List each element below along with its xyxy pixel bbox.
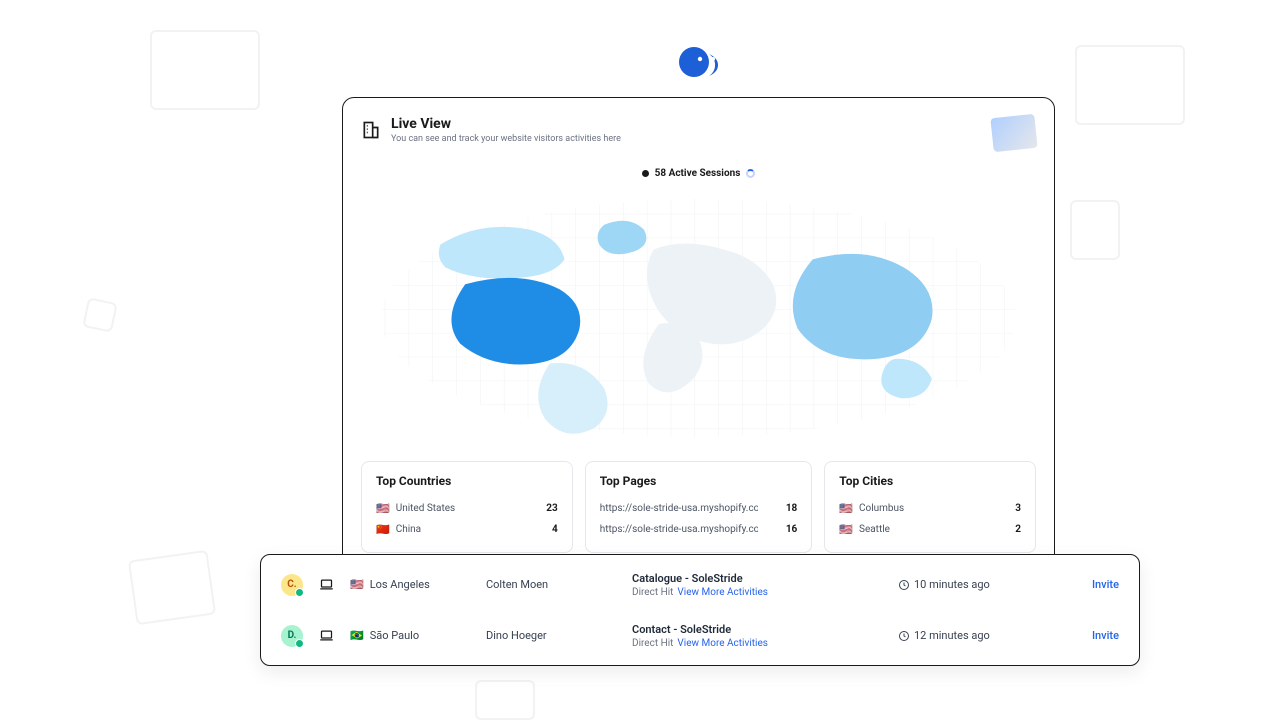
- visitor-source: Direct Hit: [632, 638, 673, 649]
- top-countries-panel: Top Countries 🇺🇸United States 23 🇨🇳China…: [361, 461, 573, 553]
- avatar: C.: [281, 574, 303, 596]
- avatar: D.: [281, 625, 303, 647]
- world-map[interactable]: [361, 189, 1036, 447]
- visitor-page-title: Catalogue - SoleStride: [632, 572, 882, 585]
- device-icon: [319, 628, 334, 643]
- top-countries-title: Top Countries: [376, 474, 558, 488]
- view-more-link[interactable]: View More Activities: [677, 638, 768, 649]
- top-cities-title: Top Cities: [839, 474, 1021, 488]
- page-subtitle: You can see and track your website visit…: [391, 134, 621, 144]
- country-row[interactable]: 🇺🇸United States 23: [376, 498, 558, 519]
- visitor-city: São Paulo: [370, 629, 419, 642]
- visitor-name: Colten Moen: [486, 578, 616, 591]
- visitor-page-title: Contact - SoleStride: [632, 623, 882, 636]
- device-icon: [319, 577, 334, 592]
- page-row[interactable]: https://sole-stride-usa.myshopify.com/ 1…: [600, 519, 798, 540]
- visitor-strip: C. 🇺🇸Los Angeles Colten Moen Catalogue -…: [260, 554, 1140, 666]
- building-icon: [361, 120, 381, 140]
- page-row[interactable]: https://sole-stride-usa.myshopify.com/p.…: [600, 498, 798, 519]
- top-pages-title: Top Pages: [600, 474, 798, 488]
- invite-button[interactable]: Invite: [1092, 629, 1119, 642]
- brand-logo: [678, 44, 733, 80]
- active-sessions-label: 58 Active Sessions: [655, 168, 741, 179]
- visitor-time: 12 minutes ago: [914, 629, 990, 642]
- visitor-source: Direct Hit: [632, 587, 673, 598]
- page-title: Live View: [391, 116, 621, 132]
- globe-icon: [642, 170, 649, 177]
- invite-button[interactable]: Invite: [1092, 578, 1119, 591]
- visitor-city: Los Angeles: [370, 578, 430, 591]
- visitor-row[interactable]: D. 🇧🇷São Paulo Dino Hoeger Contact - Sol…: [281, 613, 1119, 658]
- clock-icon: [898, 630, 910, 642]
- visitor-row[interactable]: C. 🇺🇸Los Angeles Colten Moen Catalogue -…: [281, 562, 1119, 607]
- city-row[interactable]: 🇺🇸Columbus 3: [839, 498, 1021, 519]
- country-row[interactable]: 🇨🇳China 4: [376, 519, 558, 540]
- visitor-name: Dino Hoeger: [486, 629, 616, 642]
- visitor-time: 10 minutes ago: [914, 578, 990, 591]
- view-more-link[interactable]: View More Activities: [677, 587, 768, 598]
- header-illustration: [990, 114, 1037, 152]
- top-cities-panel: Top Cities 🇺🇸Columbus 3 🇺🇸Seattle 2: [824, 461, 1036, 553]
- city-row[interactable]: 🇺🇸Seattle 2: [839, 519, 1021, 540]
- clock-icon: [898, 579, 910, 591]
- top-pages-panel: Top Pages https://sole-stride-usa.myshop…: [585, 461, 813, 553]
- loading-spinner: [746, 169, 755, 178]
